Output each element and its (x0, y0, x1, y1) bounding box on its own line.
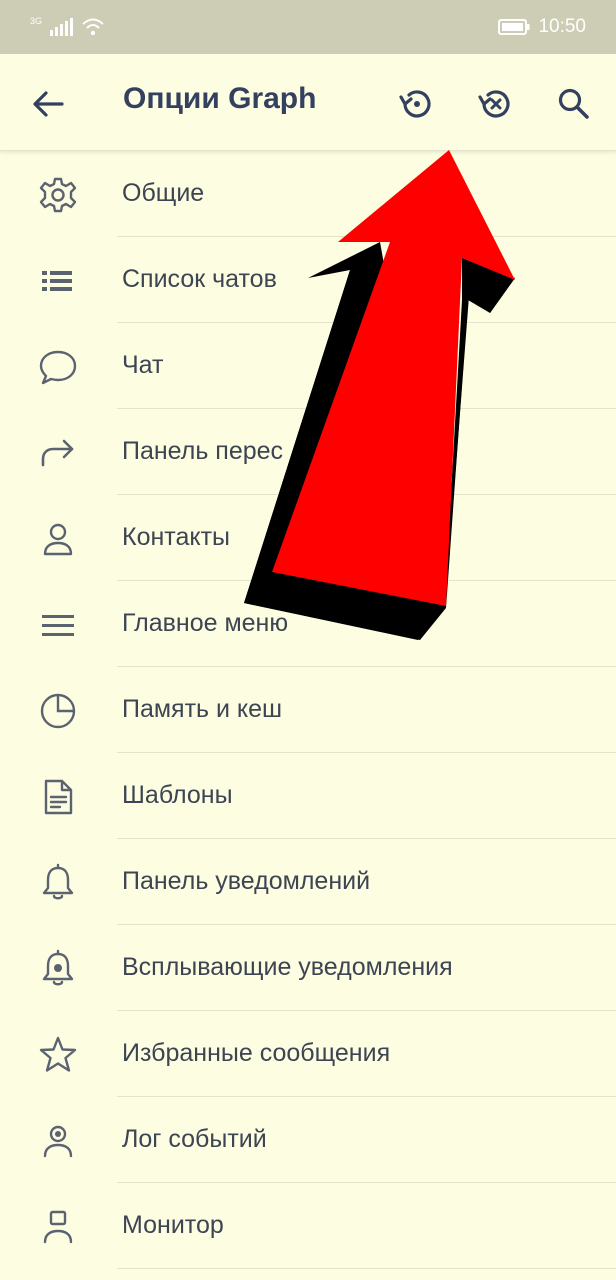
menu-item-templates[interactable]: Шаблоны (0, 753, 616, 839)
divider (117, 1268, 616, 1269)
monitor-person-icon (38, 1207, 78, 1247)
menu-item-popup-notifications[interactable]: Всплывающие уведомления (0, 925, 616, 1011)
menu-item-label: Избранные сообщения (122, 1039, 391, 1067)
menu-item-monitor[interactable]: Монитор (0, 1183, 616, 1269)
menu-icon (38, 605, 78, 645)
menu-item-main-menu[interactable]: Главное меню (0, 581, 616, 667)
menu-item-general[interactable]: Общие (0, 151, 616, 237)
menu-item-label: Список чатов (122, 265, 277, 293)
network-type-label: 3G (30, 16, 43, 26)
restore-icon (397, 84, 437, 124)
restore-button[interactable] (397, 84, 437, 124)
person-icon (38, 519, 78, 559)
menu-item-chat-list[interactable]: Список чатов (0, 237, 616, 323)
history-clear-icon (476, 84, 516, 124)
forward-icon (38, 433, 78, 473)
reset-button[interactable] (476, 84, 516, 124)
bell-dot-icon (38, 949, 78, 989)
search-icon (554, 84, 594, 124)
page-title: Опции Graph (123, 82, 317, 115)
menu-item-label: Память и кеш (122, 695, 283, 723)
wifi-icon (82, 18, 104, 36)
gear-icon (38, 175, 78, 215)
status-bar: 3G 10:50 (0, 0, 616, 54)
menu-item-label: Панель перес (122, 437, 284, 465)
menu-item-label: Общие (122, 179, 205, 207)
pie-chart-icon (38, 691, 78, 731)
menu-item-chat[interactable]: Чат (0, 323, 616, 409)
menu-item-forward-panel[interactable]: Панель перес (0, 409, 616, 495)
status-left: 3G (30, 16, 104, 36)
person-log-icon (38, 1121, 78, 1161)
menu-item-label: Монитор (122, 1211, 224, 1239)
back-button[interactable] (28, 84, 68, 124)
star-icon (38, 1035, 78, 1075)
menu-item-label: Чат (122, 351, 164, 379)
status-time: 10:50 (538, 16, 586, 37)
status-right: 10:50 (498, 16, 586, 38)
bell-icon (38, 863, 78, 903)
menu-item-label: Шаблоны (122, 781, 233, 809)
menu-item-notification-panel[interactable]: Панель уведомлений (0, 839, 616, 925)
list-icon (38, 261, 78, 301)
arrow-left-icon (28, 84, 68, 124)
settings-menu-list: Общие Список чатов Чат Панель перес Конт… (0, 151, 616, 1269)
menu-item-event-log[interactable]: Лог событий (0, 1097, 616, 1183)
app-bar: Опции Graph (0, 54, 616, 151)
menu-item-label: Всплывающие уведомления (122, 953, 453, 981)
document-icon (38, 777, 78, 817)
menu-item-label: Контакты (122, 523, 230, 551)
menu-item-memory-cache[interactable]: Память и кеш (0, 667, 616, 753)
menu-item-favorite-messages[interactable]: Избранные сообщения (0, 1011, 616, 1097)
menu-item-label: Панель уведомлений (122, 867, 371, 895)
chat-bubble-icon (38, 347, 78, 387)
search-button[interactable] (554, 84, 594, 124)
signal-icon (50, 18, 74, 36)
menu-item-contacts[interactable]: Контакты (0, 495, 616, 581)
menu-item-label: Главное меню (122, 609, 289, 637)
menu-item-label: Лог событий (122, 1125, 267, 1153)
battery-icon (498, 19, 530, 35)
